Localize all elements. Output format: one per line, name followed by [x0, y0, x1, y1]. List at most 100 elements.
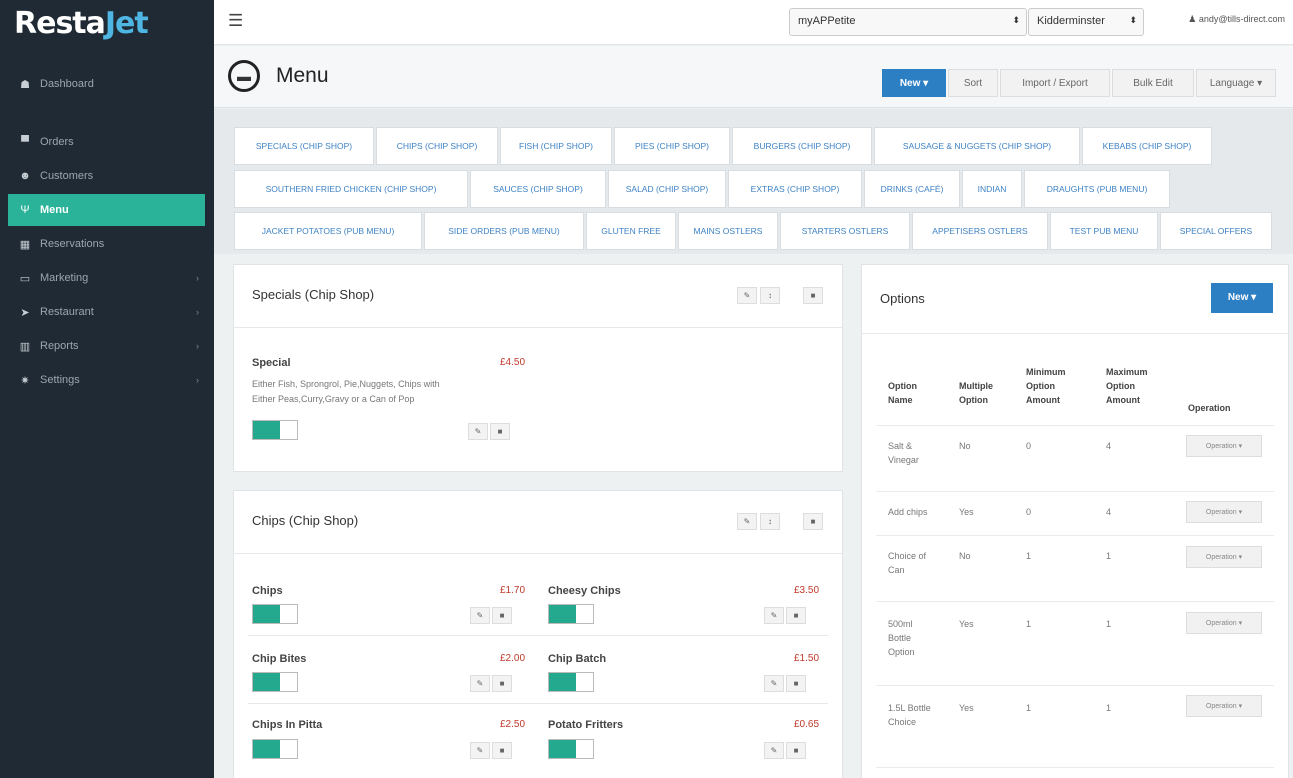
- users-icon: ☻: [19, 170, 31, 182]
- edit-item-button[interactable]: ✎: [764, 675, 784, 692]
- chevron-right-icon: ›: [196, 341, 199, 351]
- site-select[interactable]: myAPPetite ⬍: [789, 8, 1027, 36]
- edit-category-button[interactable]: ✎: [737, 513, 757, 530]
- operation-dropdown-button[interactable]: Operation ▾: [1186, 501, 1262, 523]
- item-enabled-toggle[interactable]: [252, 420, 298, 440]
- page-header: ▬ Menu New ▾ Sort Import / Export Bulk E…: [214, 46, 1293, 108]
- item-enabled-toggle[interactable]: [548, 604, 594, 624]
- user-menu[interactable]: ♟ andy@tills-direct.com: [1188, 14, 1285, 25]
- import-export-button[interactable]: Import / Export: [1000, 69, 1110, 97]
- panel-divider: [234, 327, 842, 328]
- tab-jacket-potatoes-pub-menu[interactable]: JACKET POTATOES (PUB MENU): [234, 212, 422, 250]
- toggle-on-indicator: [253, 673, 280, 691]
- item-name: Chip Bites: [252, 653, 307, 665]
- sidebar-item-reports[interactable]: ▥ Reports ›: [8, 330, 205, 362]
- edit-icon: ✎: [476, 746, 484, 755]
- tab-starters-ostlers[interactable]: STARTERS OSTLERS: [780, 212, 910, 250]
- delete-item-button[interactable]: ■: [786, 607, 806, 624]
- table-row-divider: [876, 491, 1274, 492]
- tab-side-orders-pub-menu[interactable]: SIDE ORDERS (PUB MENU): [424, 212, 584, 250]
- move-category-button[interactable]: ↕: [760, 287, 780, 304]
- column-header-option-name: Option Name: [888, 381, 917, 405]
- option-min: 1: [1026, 703, 1032, 713]
- bulk-edit-button[interactable]: Bulk Edit: [1112, 69, 1194, 97]
- hamburger-menu-icon[interactable]: ☰: [228, 11, 243, 31]
- tab-chips-chip-shop[interactable]: CHIPS (CHIP SHOP): [376, 127, 498, 165]
- tab-kebabs-chip-shop[interactable]: KEBABS (CHIP SHOP): [1082, 127, 1212, 165]
- edit-item-button[interactable]: ✎: [468, 423, 488, 440]
- tab-fish-chip-shop[interactable]: FISH (CHIP SHOP): [500, 127, 612, 165]
- move-category-button[interactable]: ↕: [760, 513, 780, 530]
- tab-mains-ostlers[interactable]: MAINS OSTLERS: [678, 212, 778, 250]
- item-enabled-toggle[interactable]: [252, 672, 298, 692]
- trash-icon: ■: [810, 291, 816, 300]
- edit-item-button[interactable]: ✎: [470, 675, 490, 692]
- tab-indian[interactable]: INDIAN: [962, 170, 1022, 208]
- sidebar-item-reservations[interactable]: ▦ Reservations: [8, 228, 205, 260]
- delete-item-button[interactable]: ■: [786, 742, 806, 759]
- sidebar-item-menu[interactable]: Ψ Menu: [8, 194, 205, 226]
- language-button[interactable]: Language ▾: [1196, 69, 1276, 97]
- edit-category-button[interactable]: ✎: [737, 287, 757, 304]
- item-enabled-toggle[interactable]: [252, 604, 298, 624]
- sidebar-item-dashboard[interactable]: ☗ Dashboard: [8, 68, 205, 100]
- item-price: £2.00: [500, 653, 526, 664]
- operation-dropdown-button[interactable]: Operation ▾: [1186, 435, 1262, 457]
- edit-icon: ✎: [743, 291, 751, 300]
- tab-pies-chip-shop[interactable]: PIES (CHIP SHOP): [614, 127, 730, 165]
- tab-test-pub-menu[interactable]: TEST PUB MENU: [1050, 212, 1158, 250]
- trash-icon: ■: [499, 746, 505, 755]
- edit-item-button[interactable]: ✎: [764, 607, 784, 624]
- operation-dropdown-button[interactable]: Operation ▾: [1186, 612, 1262, 634]
- tab-gluten-free[interactable]: GLUTEN FREE: [586, 212, 676, 250]
- item-price: £4.50: [500, 357, 526, 368]
- new-button[interactable]: New ▾: [882, 69, 946, 97]
- table-row-divider: [876, 685, 1274, 686]
- delete-item-button[interactable]: ■: [492, 607, 512, 624]
- sidebar-item-customers[interactable]: ☻ Customers: [8, 160, 205, 192]
- sort-button[interactable]: Sort: [948, 69, 998, 97]
- sidebar-item-settings[interactable]: ✷ Settings ›: [8, 364, 205, 396]
- operation-dropdown-button[interactable]: Operation ▾: [1186, 546, 1262, 568]
- edit-item-button[interactable]: ✎: [470, 607, 490, 624]
- sidebar-item-marketing[interactable]: ▭ Marketing ›: [8, 262, 205, 294]
- tab-draughts-pub-menu[interactable]: DRAUGHTS (PUB MENU): [1024, 170, 1170, 208]
- item-divider: [248, 635, 828, 636]
- delete-item-button[interactable]: ■: [786, 675, 806, 692]
- column-header-maximum-amount: Maximum Option Amount: [1106, 367, 1148, 405]
- option-max: 1: [1106, 551, 1112, 561]
- tab-salad-chip-shop[interactable]: SALAD (CHIP SHOP): [608, 170, 726, 208]
- location-select[interactable]: Kidderminster ⬍: [1028, 8, 1144, 36]
- tab-special-offers[interactable]: SPECIAL OFFERS: [1160, 212, 1272, 250]
- tab-drinks-cafe[interactable]: DRINKS (CAFÉ): [864, 170, 960, 208]
- app-logo[interactable]: RestaJet: [0, 0, 214, 46]
- tab-burgers-chip-shop[interactable]: BURGERS (CHIP SHOP): [732, 127, 872, 165]
- item-enabled-toggle[interactable]: [252, 739, 298, 759]
- tab-specials-chip-shop[interactable]: SPECIALS (CHIP SHOP): [234, 127, 374, 165]
- delete-item-button[interactable]: ■: [490, 423, 510, 440]
- item-name: Special: [252, 357, 291, 369]
- tab-sauces-chip-shop[interactable]: SAUCES (CHIP SHOP): [470, 170, 606, 208]
- tab-appetisers-ostlers[interactable]: APPETISERS OSTLERS: [912, 212, 1048, 250]
- panel-title: Specials (Chip Shop): [252, 287, 375, 302]
- tab-sausage-nuggets-chip-shop[interactable]: SAUSAGE & NUGGETS (CHIP SHOP): [874, 127, 1080, 165]
- edit-item-button[interactable]: ✎: [470, 742, 490, 759]
- tab-southern-fried-chicken[interactable]: SOUTHERN FRIED CHICKEN (CHIP SHOP): [234, 170, 468, 208]
- sidebar-item-orders[interactable]: ▀ Orders: [8, 126, 205, 158]
- trash-icon: ■: [793, 611, 799, 620]
- plane-icon: ➤: [20, 306, 30, 319]
- edit-item-button[interactable]: ✎: [764, 742, 784, 759]
- delete-category-button[interactable]: ■: [803, 513, 823, 530]
- sidebar-item-restaurant[interactable]: ➤ Restaurant ›: [8, 296, 205, 328]
- operation-dropdown-button[interactable]: Operation ▾: [1186, 695, 1262, 717]
- item-enabled-toggle[interactable]: [548, 739, 594, 759]
- chevron-right-icon: ›: [196, 307, 199, 317]
- new-option-button[interactable]: New ▾: [1211, 283, 1273, 313]
- table-row-divider: [876, 767, 1274, 768]
- delete-category-button[interactable]: ■: [803, 287, 823, 304]
- toggle-on-indicator: [549, 740, 576, 758]
- item-enabled-toggle[interactable]: [548, 672, 594, 692]
- delete-item-button[interactable]: ■: [492, 675, 512, 692]
- tab-extras-chip-shop[interactable]: EXTRAS (CHIP SHOP): [728, 170, 862, 208]
- delete-item-button[interactable]: ■: [492, 742, 512, 759]
